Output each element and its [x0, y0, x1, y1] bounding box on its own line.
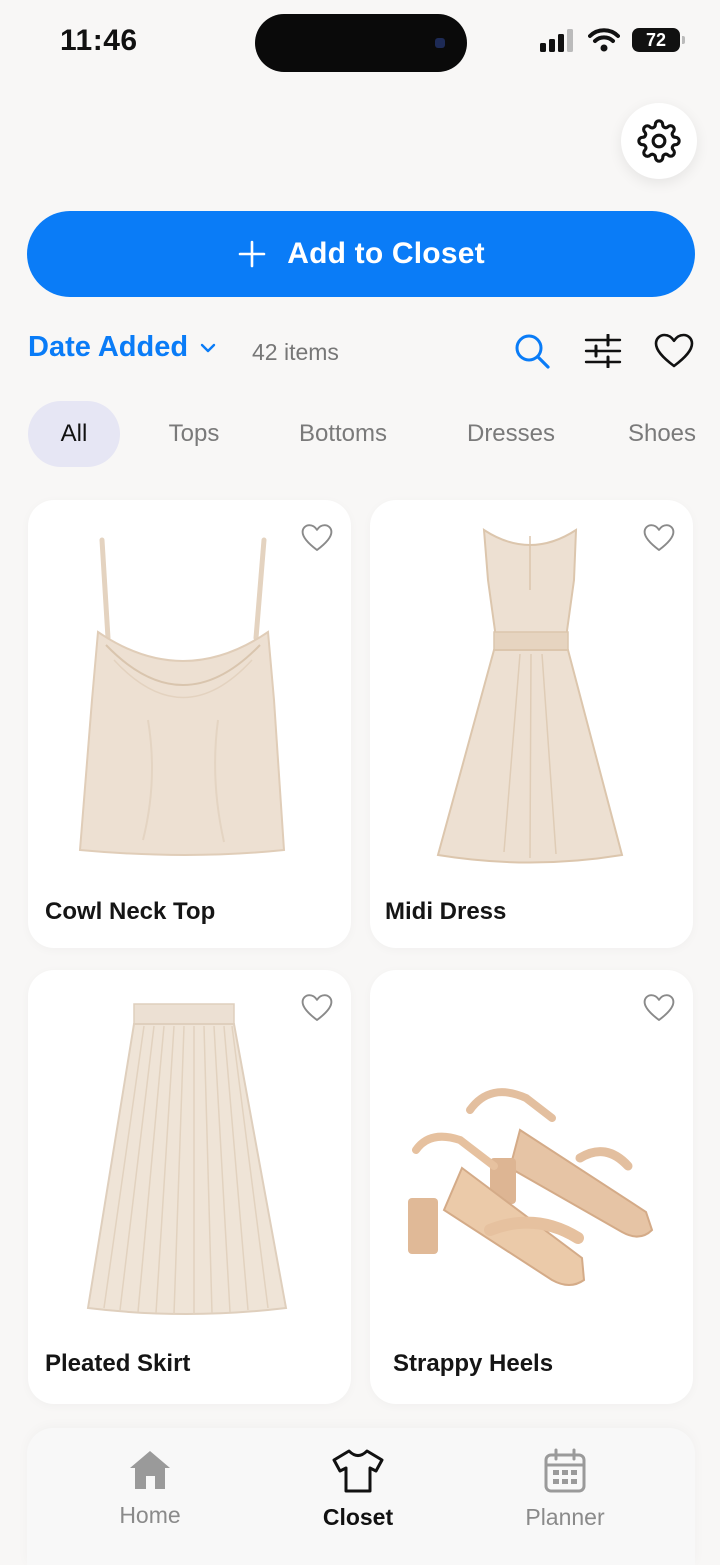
item-name: Midi Dress [385, 898, 507, 925]
status-icons: 72 [540, 28, 685, 52]
nav-item-home[interactable]: Home [60, 1448, 240, 1529]
midi-dress-image [436, 528, 624, 864]
nav-item-planner[interactable]: Planner [475, 1448, 655, 1531]
item-name: Cowl Neck Top [45, 898, 216, 925]
filter-chip-shoes[interactable]: Shoes [612, 401, 712, 467]
sort-toolbar: Date Added 42 items [28, 325, 698, 377]
filter-chip-tops[interactable]: Tops [148, 401, 240, 467]
item-count: 42 items [252, 339, 339, 365]
favorite-heart-icon[interactable] [643, 522, 675, 554]
dynamic-island [255, 14, 467, 72]
item-card-strappy-heels[interactable]: Strappy Heels [370, 970, 693, 1404]
sort-label: Date Added [28, 331, 189, 363]
favorite-heart-icon[interactable] [301, 992, 333, 1024]
filter-chip-bottoms[interactable]: Bottoms [278, 401, 408, 467]
settings-button[interactable] [621, 103, 697, 179]
battery-indicator: 72 [632, 28, 685, 52]
favorite-heart-icon[interactable] [643, 992, 675, 1024]
add-to-closet-label: Add to Closet [287, 237, 485, 270]
calendar-icon [544, 1448, 586, 1493]
nav-label: Closet [322, 1504, 394, 1530]
wifi-icon [588, 28, 620, 52]
strappy-heels-image [408, 1088, 654, 1286]
sliders-icon [584, 334, 622, 368]
cowl-neck-top-image [78, 537, 286, 856]
chevron-down-icon [200, 343, 216, 352]
filter-button[interactable] [581, 329, 625, 373]
search-button[interactable] [510, 329, 554, 373]
filter-chip-dresses[interactable]: Dresses [448, 401, 574, 467]
tshirt-icon [332, 1449, 384, 1493]
home-icon [130, 1451, 170, 1489]
favorites-button[interactable] [652, 329, 696, 373]
battery-level: 72 [645, 29, 667, 50]
status-bar: 11:46 72 [0, 0, 720, 86]
category-filter-bar: All Tops Bottoms Dresses Shoes [28, 401, 708, 467]
nav-label: Planner [525, 1504, 605, 1530]
bottom-navigation: Home Closet Planner [27, 1428, 695, 1565]
gear-icon [637, 119, 681, 163]
heart-icon [654, 333, 694, 368]
signal-icon [540, 29, 573, 52]
item-name: Pleated Skirt [45, 1350, 191, 1377]
status-time: 11:46 [60, 24, 138, 57]
add-to-closet-button[interactable]: Add to Closet [27, 211, 695, 297]
plus-icon [238, 240, 266, 268]
pleated-skirt-image [86, 1003, 288, 1315]
nav-label: Home [119, 1502, 181, 1528]
favorite-heart-icon[interactable] [301, 522, 333, 554]
filter-chip-all[interactable]: All [28, 401, 120, 467]
item-name: Strappy Heels [393, 1350, 554, 1377]
item-card-pleated-skirt[interactable]: Pleated Skirt [28, 970, 351, 1404]
sort-dropdown[interactable]: Date Added [28, 331, 218, 364]
item-card-midi-dress[interactable]: Midi Dress [370, 500, 693, 948]
item-card-cowl-neck-top[interactable]: Cowl Neck Top [28, 500, 351, 948]
search-icon [515, 334, 550, 369]
nav-item-closet[interactable]: Closet [268, 1448, 448, 1531]
